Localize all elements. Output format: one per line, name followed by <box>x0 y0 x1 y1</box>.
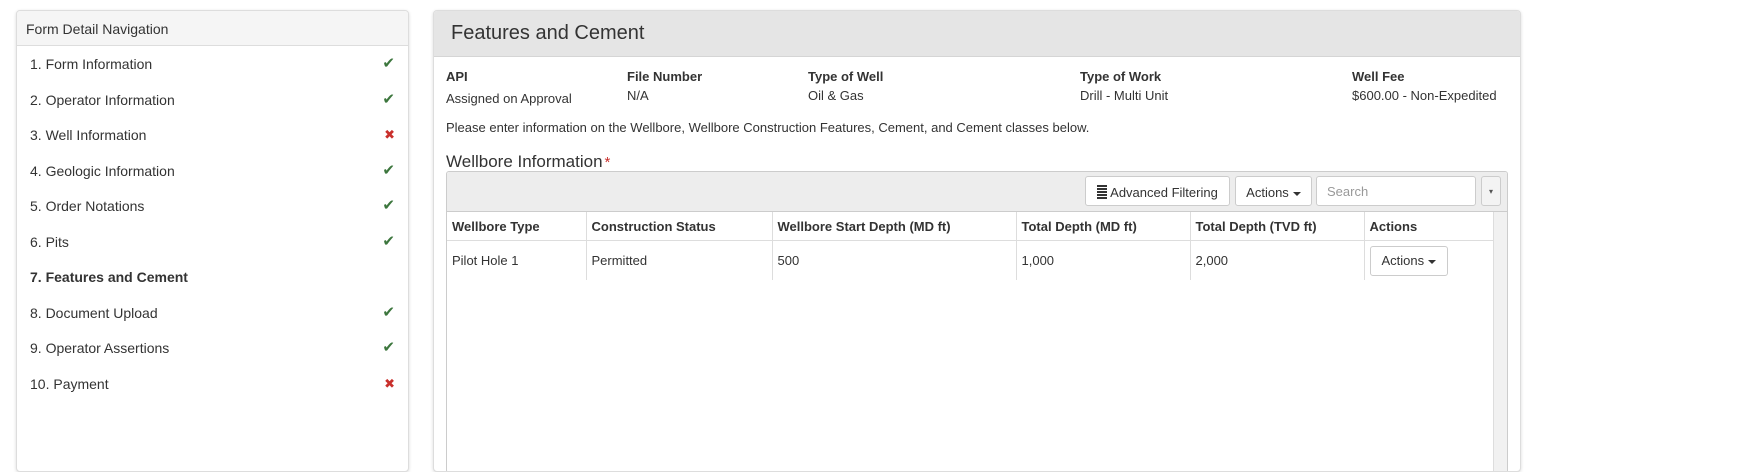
sidebar-item-label: 6. Pits <box>30 233 69 250</box>
row-actions-button[interactable]: Actions <box>1369 245 1449 276</box>
cross-icon: ✖ <box>384 127 395 142</box>
type-of-work-label: Type of Work <box>1080 69 1162 84</box>
sidebar-item-label: 5. Order Notations <box>30 198 145 214</box>
sidebar-item-label: 3. Well Information <box>30 127 147 143</box>
sidebar-item-label: 10. Payment <box>30 375 109 392</box>
checkmark-icon: ✔ <box>382 303 395 321</box>
caret-down-icon <box>1292 191 1301 196</box>
form-navigation-title: Form Detail Navigation <box>17 11 408 46</box>
file-number-info: File Number N/A <box>627 69 702 103</box>
checkmark-icon: ✔ <box>382 161 395 179</box>
advanced-filtering-label: Advanced Filtering <box>1110 185 1218 200</box>
sidebar-item-7[interactable]: 7. Features and Cement <box>17 259 408 295</box>
total-depth-md-cell: 1,000 <box>1016 240 1191 280</box>
start-depth-cell: 500 <box>772 240 1017 280</box>
checkmark-icon: ✔ <box>382 90 395 108</box>
type-of-work-value: Drill - Multi Unit <box>1080 88 1169 103</box>
type-of-well-label: Type of Well <box>808 69 884 84</box>
advanced-filtering-button[interactable]: Advanced Filtering <box>1085 176 1230 206</box>
sidebar-item-4[interactable]: 4. Geologic Information ✔ <box>17 153 408 189</box>
caret-down-icon <box>1428 259 1437 264</box>
grid-options-dropdown[interactable]: ▾ <box>1481 176 1501 206</box>
checkmark-icon: ✔ <box>382 232 395 250</box>
sidebar-item-label: 4. Geologic Information <box>30 162 175 179</box>
sidebar-item-label: 9. Operator Assertions <box>30 340 170 356</box>
column-header[interactable]: Wellbore Type <box>447 212 587 241</box>
file-number-value: N/A <box>627 88 649 103</box>
checkmark-icon: ✔ <box>382 339 395 356</box>
grid-scrollbar[interactable] <box>1493 212 1507 471</box>
form-navigation-list: 1. Form Information ✔ 2. Operator Informat… <box>17 46 408 401</box>
api-label: API <box>446 69 468 84</box>
column-header[interactable]: Actions <box>1364 212 1494 241</box>
well-fee-info: Well Fee $600.00 - Non-Expedited <box>1352 69 1497 103</box>
type-of-well-value: Oil & Gas <box>808 88 864 103</box>
required-marker: * <box>604 154 611 171</box>
page-title: Features and Cement <box>434 11 1520 57</box>
type-of-work-info: Type of Work Drill - Multi Unit <box>1080 69 1168 103</box>
column-header[interactable]: Construction Status <box>586 212 773 241</box>
construction-status-cell: Permitted <box>586 240 773 280</box>
table-header-row: Wellbore Type Construction Status Wellbo… <box>447 212 1494 241</box>
sidebar-item-label: 8. Document Upload <box>30 304 158 321</box>
table-row: Pilot Hole 1 Permitted 500 1,000 2,000 A… <box>447 240 1494 280</box>
sidebar-item-label: 7. Features and Cement <box>30 269 188 285</box>
well-fee-label: Well Fee <box>1352 69 1405 84</box>
cross-icon: ✖ <box>384 375 395 391</box>
sidebar-item-10[interactable]: 10. Payment ✖ <box>17 366 408 402</box>
sidebar-item-2[interactable]: 2. Operator Information ✔ <box>17 82 408 118</box>
wellbore-section-label: Wellbore Information <box>446 152 603 171</box>
wellbore-table: Wellbore Type Construction Status Wellbo… <box>447 212 1494 280</box>
row-actions-label: Actions <box>1381 253 1425 268</box>
sidebar-item-9[interactable]: 9. Operator Assertions ✔ <box>17 330 408 366</box>
sidebar-item-label: 2. Operator Information <box>30 91 175 108</box>
dropdown-arrow-icon: ▾ <box>1488 187 1493 196</box>
sidebar-item-3[interactable]: 3. Well Information ✖ <box>17 117 408 153</box>
filter-list-icon <box>1097 185 1108 199</box>
well-fee-value: $600.00 - Non-Expedited <box>1352 88 1497 103</box>
file-number-label: File Number <box>627 69 703 84</box>
toolbar-actions-label: Actions <box>1246 185 1289 200</box>
sidebar-item-6[interactable]: 6. Pits ✔ <box>17 224 408 260</box>
wellbore-grid: Advanced Filtering Actions ▾ Wellbore Ty… <box>446 171 1508 471</box>
wellbore-section-title: Wellbore Information * <box>446 152 610 172</box>
sidebar-item-5[interactable]: 5. Order Notations ✔ <box>17 188 408 224</box>
features-cement-panel: Features and Cement API Assigned on Appr… <box>433 10 1521 472</box>
api-value: Assigned on Approval <box>446 91 572 106</box>
api-info: API Assigned on Approval <box>446 69 572 106</box>
form-navigation-panel: Form Detail Navigation 1. Form Informati… <box>16 10 409 472</box>
toolbar-actions-button[interactable]: Actions <box>1235 176 1312 206</box>
type-of-well-info: Type of Well Oil & Gas <box>808 69 883 103</box>
checkmark-icon: ✔ <box>382 55 395 72</box>
wellbore-type-cell: Pilot Hole 1 <box>447 240 587 280</box>
row-actions-cell: Actions <box>1364 240 1494 280</box>
total-depth-tvd-cell: 2,000 <box>1190 240 1365 280</box>
grid-toolbar: Advanced Filtering Actions ▾ <box>447 172 1507 212</box>
column-header[interactable]: Total Depth (TVD ft) <box>1190 212 1365 241</box>
checkmark-icon: ✔ <box>382 197 395 214</box>
sidebar-item-8[interactable]: 8. Document Upload ✔ <box>17 295 408 331</box>
search-input[interactable] <box>1316 176 1476 206</box>
sidebar-item-1[interactable]: 1. Form Information ✔ <box>17 46 408 82</box>
column-header[interactable]: Wellbore Start Depth (MD ft) <box>772 212 1017 241</box>
instructions-text: Please enter information on the Wellbore… <box>446 120 1090 135</box>
column-header[interactable]: Total Depth (MD ft) <box>1016 212 1191 241</box>
sidebar-item-label: 1. Form Information <box>30 56 153 72</box>
